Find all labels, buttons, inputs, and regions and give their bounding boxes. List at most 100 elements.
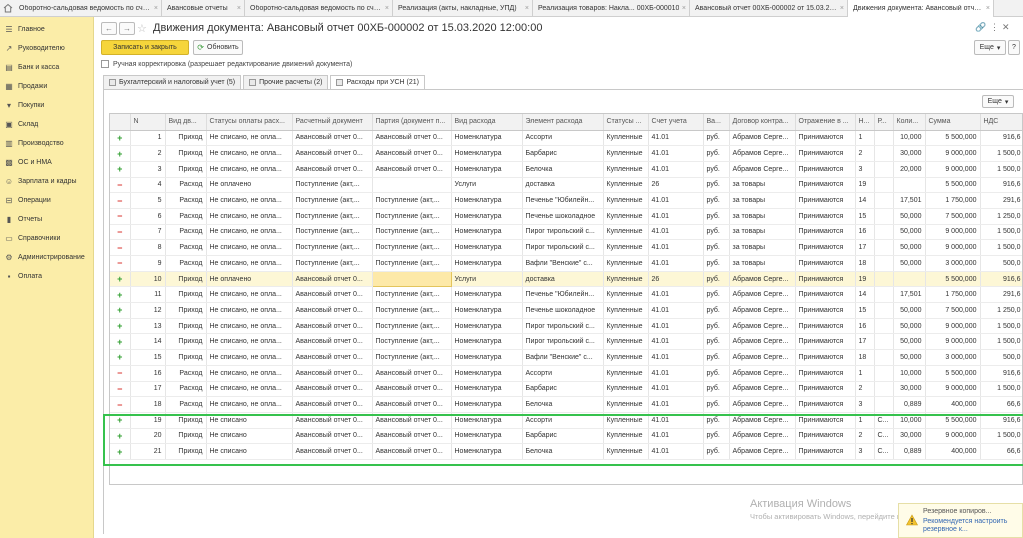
- column-header[interactable]: Партия (документ п...: [372, 114, 452, 131]
- close-icon[interactable]: ✕: [1002, 22, 1010, 33]
- table-cell: 4: [130, 177, 166, 194]
- home-icon[interactable]: [3, 3, 13, 13]
- column-header[interactable]: Сумма: [925, 114, 981, 131]
- column-header[interactable]: Отражение в ...: [795, 114, 856, 131]
- column-header[interactable]: Н...: [855, 114, 875, 131]
- column-header[interactable]: Вид расхода: [451, 114, 523, 131]
- sidebar-item-12[interactable]: ▭ Справочники: [0, 229, 94, 247]
- column-header[interactable]: НДС: [980, 114, 1022, 131]
- sidebar-item-5[interactable]: ▾ Покупки: [0, 96, 94, 114]
- table-cell: Купленные: [603, 271, 649, 288]
- tab-2[interactable]: Авансовые отчеты ×: [162, 0, 245, 17]
- column-header[interactable]: Р...: [874, 114, 894, 131]
- column-header[interactable]: Вид дв...: [165, 114, 207, 131]
- backup-notice[interactable]: Резервное копиров... Рекомендуется настр…: [898, 503, 1023, 538]
- table-cell: Поступление (акт,...: [372, 302, 452, 319]
- table-cell: [874, 130, 894, 147]
- sidebar-item-11[interactable]: ▮ Отчеты: [0, 210, 94, 228]
- tab-3[interactable]: Оборотно-сальдовая ведомость по счет... ×: [245, 0, 393, 17]
- table-row[interactable]: −8 Расход Не списано, не опла... Поступлени…: [110, 239, 1022, 256]
- save-and-close-button[interactable]: Записать и закрыть: [101, 40, 189, 55]
- link-icon[interactable]: 🔗: [975, 22, 986, 33]
- table-cell: Купленные: [603, 318, 649, 335]
- help-button[interactable]: ?: [1008, 40, 1020, 55]
- refresh-button[interactable]: ⟳ Обновить: [193, 40, 243, 55]
- close-tab-icon[interactable]: ×: [525, 5, 529, 12]
- more-button[interactable]: Еще ▾: [974, 40, 1006, 55]
- tab-6[interactable]: Авансовый отчет 00ХБ-000002 от 15.03.20.…: [690, 0, 848, 17]
- table-cell: 50,000: [893, 318, 926, 335]
- tab-7[interactable]: Движения документа: Авансовый отчет ... ×: [848, 0, 994, 17]
- table-row[interactable]: −6 Расход Не списано, не опла... Поступлени…: [110, 208, 1022, 225]
- tab-1[interactable]: Оборотно-сальдовая ведомость по счет... ×: [14, 0, 162, 17]
- tab-5[interactable]: Реализация товаров: Накла... 00ХБ-000010…: [533, 0, 690, 17]
- column-header[interactable]: Элемент расхода: [522, 114, 604, 131]
- column-header[interactable]: Статусы оплаты расх...: [206, 114, 293, 131]
- sidebar-item-2[interactable]: ↗ Руководителю: [0, 39, 94, 57]
- table-row[interactable]: +11 Приход Не списано, не опла... Авансовый…: [110, 286, 1022, 304]
- table-row[interactable]: −16 Расход Не списано, не опла... Авансовый…: [110, 365, 1022, 382]
- table-cell: руб.: [703, 349, 730, 366]
- table-row[interactable]: +15 Приход Не списано, не опла... Авансовый…: [110, 349, 1022, 366]
- grid-more-button[interactable]: Еще ▾: [982, 95, 1014, 108]
- table-cell: 41.01: [648, 349, 704, 366]
- sidebar-item-4[interactable]: ▦ Продажи: [0, 77, 94, 95]
- sidebar-item-9[interactable]: ☺ Зарплата и кадры: [0, 172, 94, 190]
- notice-link[interactable]: Рекомендуется настроить резервное к...: [923, 518, 1022, 534]
- table-row[interactable]: −4 Расход Не оплачено Поступление (акт,... У…: [110, 177, 1022, 194]
- favorite-star-icon[interactable]: ☆: [137, 22, 147, 35]
- sidebar-item-7[interactable]: ▥ Производство: [0, 134, 94, 152]
- table-row[interactable]: +12 Приход Не списано, не опла... Авансовый…: [110, 302, 1022, 319]
- sidebar-item-14[interactable]: ▪ Оплата: [0, 267, 94, 285]
- column-header[interactable]: Расчетный документ: [292, 114, 373, 131]
- column-header[interactable]: Коли...: [893, 114, 926, 131]
- column-header[interactable]: Договор контра...: [729, 114, 796, 131]
- sidebar-item-6[interactable]: ▣ Склад: [0, 115, 94, 133]
- close-tab-icon[interactable]: ×: [840, 5, 844, 12]
- table-row[interactable]: +3 Приход Не списано, не опла... Авансовый …: [110, 161, 1022, 178]
- column-header[interactable]: Статусы ...: [603, 114, 649, 131]
- table-row[interactable]: +2 Приход Не списано, не опла... Авансовый …: [110, 145, 1022, 162]
- register-tab-3[interactable]: Расходы при УСН (21): [330, 75, 425, 89]
- table-row[interactable]: +21 Приход Не списано Авансовый отчет 0... А…: [110, 443, 1022, 460]
- main-panel: ← → ☆ Движения документа: Авансовый отче…: [95, 17, 1023, 538]
- table-cell: 16: [855, 318, 875, 335]
- sidebar-item-8[interactable]: ▩ ОС и НМА: [0, 153, 94, 171]
- table-row[interactable]: +1 Приход Не списано, не опла... Авансовый …: [110, 130, 1022, 147]
- register-tab-1[interactable]: Бухгалтерский и налоговый учет (5): [103, 75, 242, 89]
- table-cell: Номенклатура: [451, 130, 523, 147]
- sidebar-item-13[interactable]: ⚙ Администрирование: [0, 248, 94, 266]
- register-tab-2[interactable]: Прочие расчеты (2): [243, 75, 329, 89]
- close-tab-icon[interactable]: ×: [154, 5, 158, 12]
- back-button[interactable]: ←: [101, 22, 117, 35]
- table-cell: Принимаются: [795, 177, 856, 194]
- table-row[interactable]: −7 Расход Не списано, не опла... Поступлени…: [110, 224, 1022, 241]
- column-header[interactable]: Ва...: [703, 114, 730, 131]
- sidebar-item-10[interactable]: ⊟ Операции: [0, 191, 94, 209]
- table-cell: 14: [130, 333, 166, 351]
- close-tab-icon[interactable]: ×: [986, 5, 990, 12]
- table-row[interactable]: −17 Расход Не списано, не опла... Авансовый…: [110, 381, 1022, 398]
- table-row[interactable]: +14 Приход Не списано, не опла... Авансовый…: [110, 333, 1022, 351]
- table-row[interactable]: +19 Приход Не списано Авансовый отчет 0... А…: [110, 412, 1022, 429]
- close-tab-icon[interactable]: ×: [385, 5, 389, 12]
- table-row[interactable]: −5 Расход Не списано, не опла... Поступлени…: [110, 192, 1022, 209]
- table-row[interactable]: +20 Приход Не списано Авансовый отчет 0... А…: [110, 428, 1022, 445]
- manual-edit-checkbox[interactable]: [101, 60, 109, 68]
- column-header[interactable]: Счет учета: [648, 114, 704, 131]
- table-cell: 41.01: [648, 381, 704, 398]
- sidebar-item-1[interactable]: ☰ Главное: [0, 20, 94, 38]
- tab-4[interactable]: Реализация (акты, накладные, УПД) ×: [393, 0, 533, 17]
- table-cell: 17,501: [893, 286, 926, 304]
- table-row[interactable]: +13 Приход Не списано, не опла... Авансовый…: [110, 318, 1022, 335]
- table-row[interactable]: +10 Приход Не оплачено Авансовый отчет 0...…: [110, 270, 1022, 288]
- more-icon[interactable]: ⋮: [990, 22, 999, 33]
- sidebar-item-3[interactable]: ▤ Банк и касса: [0, 58, 94, 76]
- close-tab-icon[interactable]: ×: [237, 5, 241, 12]
- column-header[interactable]: N: [130, 114, 166, 131]
- close-tab-icon[interactable]: ×: [682, 5, 686, 12]
- table-row[interactable]: −18 Расход Не списано, не опла... Авансовый…: [110, 396, 1022, 413]
- table-row[interactable]: −9 Расход Не списано, не опла... Поступлени…: [110, 255, 1022, 272]
- table-cell: 50,000: [893, 255, 926, 272]
- forward-button[interactable]: →: [119, 22, 135, 35]
